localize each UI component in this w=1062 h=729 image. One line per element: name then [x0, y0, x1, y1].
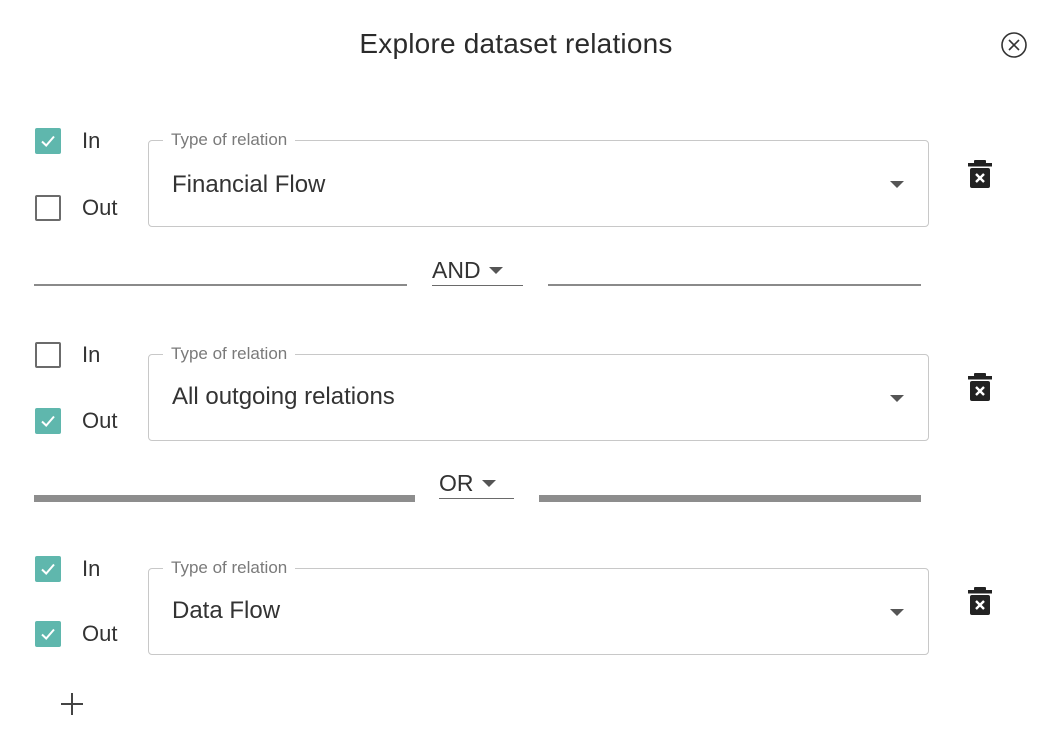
- in-label: In: [82, 342, 101, 367]
- relation-rule-1: In Out Type of relation Financial Flow: [0, 126, 1062, 236]
- in-checkbox-option[interactable]: In: [35, 554, 100, 584]
- dialog-title: Explore dataset relations: [359, 28, 673, 59]
- in-checkbox-option[interactable]: In: [35, 126, 100, 156]
- dropdown-arrow-icon: [890, 609, 904, 616]
- in-checkbox[interactable]: [35, 342, 61, 368]
- in-checkbox[interactable]: [35, 556, 61, 582]
- relation-type-value: All outgoing relations: [172, 383, 395, 410]
- out-checkbox[interactable]: [35, 621, 61, 647]
- dropdown-arrow-icon: [481, 480, 496, 487]
- out-checkbox-option[interactable]: Out: [35, 193, 117, 223]
- check-icon: [41, 135, 55, 147]
- check-icon: [41, 563, 55, 575]
- relation-type-select[interactable]: Type of relation Data Flow: [148, 558, 929, 655]
- out-label: Out: [82, 195, 118, 220]
- relation-type-legend: Type of relation: [163, 130, 296, 150]
- out-checkbox[interactable]: [35, 408, 61, 434]
- divider-line-left: [34, 495, 415, 502]
- trash-icon[interactable]: [967, 372, 993, 402]
- relation-type-legend: Type of relation: [163, 344, 296, 364]
- in-checkbox[interactable]: [35, 128, 61, 154]
- dropdown-arrow-icon: [488, 267, 503, 274]
- divider-line-left: [34, 284, 407, 286]
- out-checkbox-option[interactable]: Out: [35, 406, 117, 436]
- close-icon[interactable]: [1000, 31, 1028, 59]
- explore-relations-dialog: Explore dataset relations In Out Type of…: [0, 0, 1062, 729]
- logic-operator-select[interactable]: OR: [439, 469, 514, 499]
- out-checkbox-option[interactable]: Out: [35, 619, 117, 649]
- plus-icon[interactable]: [58, 690, 86, 718]
- relation-type-value: Data Flow: [172, 597, 281, 624]
- relation-type-value: Financial Flow: [172, 171, 326, 198]
- check-icon: [41, 628, 55, 640]
- relation-type-select[interactable]: Type of relation All outgoing relations: [148, 344, 929, 441]
- divider-line-right: [539, 495, 921, 502]
- out-label: Out: [82, 621, 118, 646]
- dropdown-arrow-icon: [890, 181, 904, 188]
- out-checkbox[interactable]: [35, 195, 61, 221]
- dropdown-arrow-icon: [890, 395, 904, 402]
- logic-operator-select[interactable]: AND: [432, 256, 523, 286]
- operator-label: OR: [439, 470, 474, 496]
- in-label: In: [82, 556, 101, 581]
- in-label: In: [82, 128, 101, 153]
- check-icon: [41, 415, 55, 427]
- in-checkbox-option[interactable]: In: [35, 340, 100, 370]
- divider-line-right: [548, 284, 921, 286]
- relation-type-legend: Type of relation: [163, 558, 296, 578]
- trash-icon[interactable]: [967, 159, 993, 189]
- relation-rule-2: In Out Type of relation All outgoing rel…: [0, 340, 1062, 450]
- operator-label: AND: [432, 257, 481, 283]
- trash-icon[interactable]: [967, 586, 993, 616]
- relation-rule-3: In Out Type of relation Data Flow: [0, 554, 1062, 664]
- relation-type-select[interactable]: Type of relation Financial Flow: [148, 130, 929, 227]
- out-label: Out: [82, 408, 118, 433]
